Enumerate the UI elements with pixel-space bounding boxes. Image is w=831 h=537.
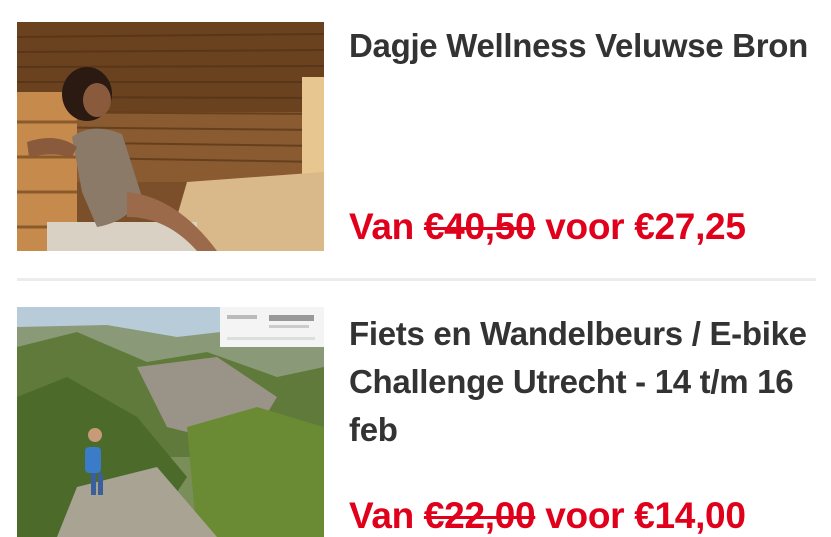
deal-card-wellness[interactable]: Dagje Wellness Veluwse Bron Van €40,50 v… (0, 0, 831, 278)
price-prefix: Van (349, 495, 414, 536)
hiking-landscape-photo[interactable] (17, 307, 324, 537)
old-price: €40,50 (423, 206, 536, 247)
sauna-photo[interactable] (17, 22, 324, 251)
deal-card-fietsbeurs[interactable]: Fiets en Wandelbeurs / E-bike Challenge … (0, 281, 831, 537)
deal-title[interactable]: Dagje Wellness Veluwse Bron (349, 22, 809, 70)
price-prefix: Van (349, 206, 414, 247)
new-price: €27,25 (634, 206, 746, 247)
deal-price: Van €40,50 voor €27,25 (349, 206, 746, 248)
price-mid: voor (545, 495, 625, 536)
new-price: €14,00 (634, 495, 746, 536)
old-price: €22,00 (423, 495, 536, 536)
deal-price: Van €22,00 voor €14,00 (349, 495, 746, 537)
price-mid: voor (545, 206, 625, 247)
deal-title[interactable]: Fiets en Wandelbeurs / E-bike Challenge … (349, 310, 809, 454)
